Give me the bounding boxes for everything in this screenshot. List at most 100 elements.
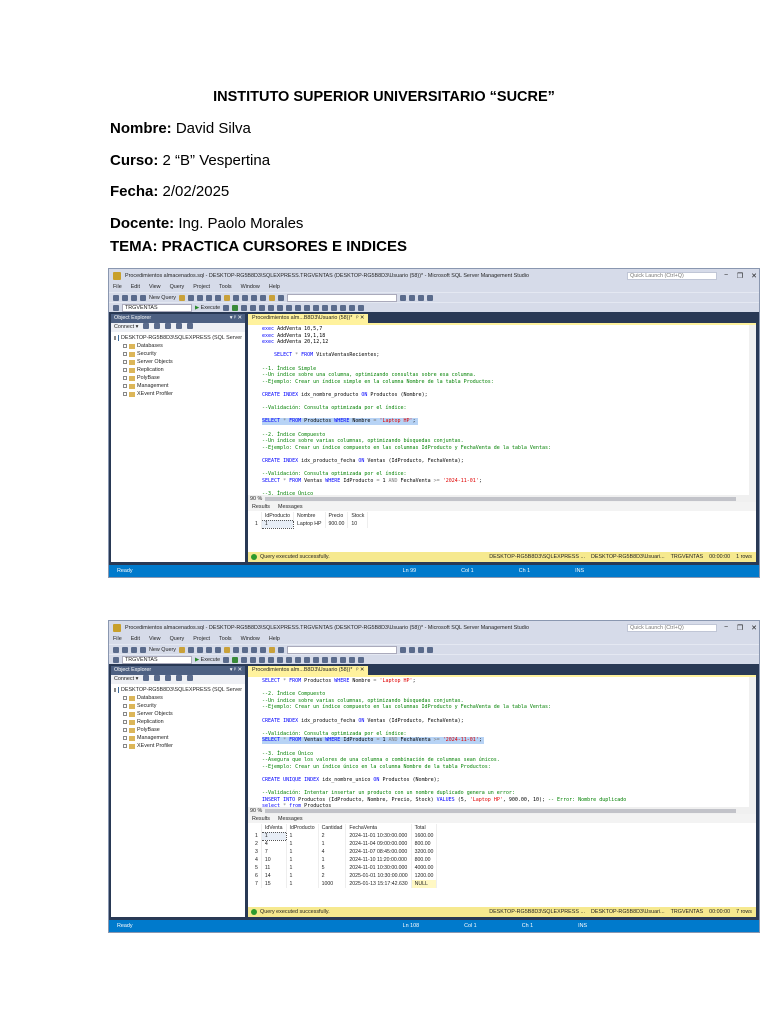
table-cell[interactable]: 15 [261,880,287,888]
tree-node[interactable]: Databases [114,694,242,702]
tree-node[interactable]: PolyBase [114,726,242,734]
toolbar-icon[interactable] [250,646,257,653]
toolbar-icon[interactable] [232,294,239,301]
toolbar-icon[interactable] [250,656,257,663]
toolbar-icon[interactable] [165,323,172,329]
toolbar-icon[interactable] [286,656,293,663]
table-cell[interactable]: 2 [318,872,347,880]
tab-results[interactable]: Results [252,504,270,510]
tree-node[interactable]: Management [114,382,242,390]
table-cell[interactable]: 2024-11-07 08:45:00.000 [345,848,412,856]
expand-icon[interactable] [123,392,127,396]
toolbar-icon[interactable] [426,646,433,653]
toolbar-icon[interactable] [178,294,185,301]
menu-window[interactable]: Window [241,284,260,290]
column-header[interactable]: Precio [325,512,349,520]
table-cell[interactable]: 1 [286,880,319,888]
toolbar-icon[interactable] [143,675,150,681]
toolbar-icon[interactable] [113,656,119,663]
table-row[interactable]: 4 10 1 1 2024-11-10 11:20:00.000 800.00 [252,856,438,864]
database-selector[interactable]: TRGVENTAS [122,303,192,312]
table-cell[interactable]: 1 [286,832,319,840]
menu-tools[interactable]: Tools [219,284,232,290]
toolbar-icon[interactable] [340,656,347,663]
tree-node[interactable]: XEvent Profiler [114,390,242,398]
menu-query[interactable]: Query [170,636,185,642]
search-combo[interactable] [286,293,397,302]
column-header[interactable]: Stock [347,512,369,520]
row-number[interactable]: 1 [252,520,262,528]
tree-node[interactable]: Server Objects [114,710,242,718]
toolbar-icon[interactable] [205,646,212,653]
menu-edit[interactable]: Edit [131,636,140,642]
row-number[interactable]: 1 [252,832,262,840]
table-cell[interactable]: 10 [261,856,287,864]
horizontal-scrollbar[interactable] [265,808,736,813]
tree-node[interactable]: Databases [114,342,242,350]
column-header[interactable]: Total [411,824,438,832]
toolbar-icon[interactable] [176,323,183,329]
table-cell[interactable]: Laptop HP [293,520,326,528]
toolbar-icon[interactable] [241,656,248,663]
row-number[interactable]: 5 [252,864,262,872]
table-cell[interactable]: 2024-11-04 09:00:00.000 [345,840,412,848]
tree-node[interactable]: Management [114,734,242,742]
horizontal-scrollbar[interactable] [265,496,736,501]
toolbar-icon[interactable] [122,646,128,653]
toolbar-icon[interactable] [340,304,347,311]
toolbar-icon[interactable] [322,656,329,663]
toolbar-icon[interactable] [268,304,275,311]
expand-icon[interactable] [123,352,127,356]
menu-project[interactable]: Project [193,284,210,290]
table-cell[interactable]: 800.00 [411,840,438,848]
toolbar-icon[interactable] [259,304,266,311]
toolbar-icon[interactable] [426,294,433,301]
toolbar-icon[interactable] [349,304,356,311]
table-row[interactable]: 6 14 1 2 2025-01-01 10:30:00.000 1200.00 [252,872,438,880]
table-cell[interactable]: 10 [347,520,369,528]
toolbar-icon[interactable] [241,646,248,653]
toolbar-icon[interactable] [232,656,239,663]
toolbar-icon[interactable] [286,304,293,311]
toolbar-icon[interactable] [417,646,424,653]
menu-project[interactable]: Project [193,636,210,642]
menu-file[interactable]: File [113,636,122,642]
quick-launch-input[interactable]: Quick Launch (Ctrl+Q) [627,271,717,280]
row-number[interactable]: 4 [252,856,262,864]
column-header[interactable]: Cantidad [318,824,347,832]
row-number[interactable]: 2 [252,840,262,848]
vertical-scrollbar[interactable] [749,677,756,807]
toolbar-icon[interactable] [176,675,183,681]
table-cell[interactable]: 800.00 [411,856,438,864]
table-cell[interactable]: NULL [411,880,438,888]
toolbar-icon[interactable] [322,304,329,311]
table-cell[interactable]: 4 [261,840,287,848]
tree-node-server[interactable]: DESKTOP-RG5B8D3\SQLEXPRESS (SQL Server [114,334,242,342]
column-header[interactable]: IdProducto [286,824,319,832]
toolbar-icon[interactable] [304,656,311,663]
table-row[interactable]: 3 7 1 4 2024-11-07 08:45:00.000 3200.00 [252,848,438,856]
zoom-level-select[interactable]: 90 % [250,808,262,814]
toolbar-icon[interactable] [214,646,221,653]
table-row[interactable]: 2 4 1 1 2024-11-04 09:00:00.000 800.00 [252,840,438,848]
row-number[interactable]: 3 [252,848,262,856]
toolbar-icon[interactable] [187,294,194,301]
menu-file[interactable]: File [113,284,122,290]
table-cell[interactable]: 2025-01-13 15:17:42.630 [345,880,412,888]
table-cell[interactable]: 2024-11-01 10:30:00.000 [345,864,412,872]
toolbar-icon[interactable] [187,675,194,681]
toolbar-icon[interactable] [187,646,194,653]
query-tab[interactable]: Procedimientos alm...B8D3\Usuario (58))*… [248,666,369,675]
expand-icon[interactable] [123,696,127,700]
vertical-scrollbar[interactable] [749,325,756,495]
tree-node-server[interactable]: DESKTOP-RG5B8D3\SQLEXPRESS (SQL Server [114,686,242,694]
sql-editor[interactable]: exec AddVenta 10,5,7 exec AddVenta 19,1,1… [248,323,756,495]
tree-node[interactable]: PolyBase [114,374,242,382]
tree-node[interactable]: Replication [114,718,242,726]
table-row[interactable]: 7 15 1 1000 2025-01-13 15:17:42.630 NULL [252,880,438,888]
connect-button[interactable]: Connect ▾ [114,323,138,332]
toolbar-icon[interactable] [140,294,146,301]
table-cell[interactable]: 1200.00 [411,872,438,880]
column-header[interactable]: Nombre [293,512,326,520]
toolbar-icon[interactable] [113,304,119,311]
